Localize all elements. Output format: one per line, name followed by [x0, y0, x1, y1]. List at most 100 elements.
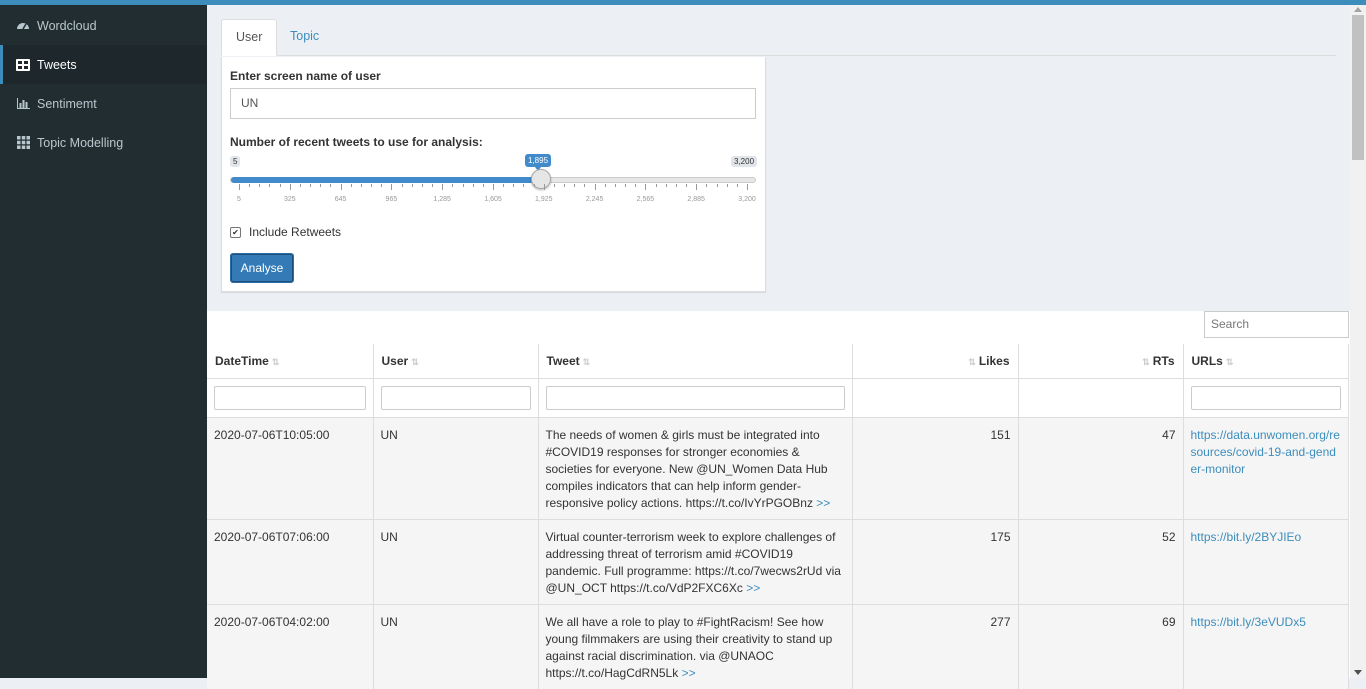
slider-minor-tick	[615, 184, 616, 187]
sort-icon[interactable]: ⇅	[1142, 357, 1150, 367]
expand-link[interactable]: >>	[746, 581, 760, 595]
cell-url: https://data.unwomen.org/resources/covid…	[1183, 418, 1348, 520]
sidebar-item-label: Sentimemt	[37, 97, 97, 111]
slider-minor-tick	[706, 184, 707, 187]
page-scrollbar[interactable]	[1350, 5, 1366, 678]
slider-minor-tick	[371, 184, 372, 187]
slider-tick-label: 1,605	[484, 196, 502, 203]
sort-icon[interactable]: ⇅	[411, 357, 419, 367]
url-link[interactable]: https://bit.ly/2BYJIEo	[1191, 530, 1302, 544]
slider-tick-label: 3,200	[738, 196, 756, 203]
slider-minor-tick	[483, 184, 484, 187]
slider-minor-tick	[503, 184, 504, 187]
slider-minor-tick	[686, 184, 687, 187]
screen-name-label: Enter screen name of user	[230, 69, 381, 83]
slider-minor-tick	[554, 184, 555, 187]
slider-minor-tick	[381, 184, 382, 187]
column-header-datetime[interactable]: DateTime⇅	[207, 344, 373, 379]
slider-value-label: 1,895	[525, 154, 551, 167]
sidebar-item-label: Tweets	[37, 58, 77, 72]
sidebar-item-label: Wordcloud	[37, 19, 97, 33]
cell-rts: 69	[1018, 605, 1183, 689]
slider-minor-tick	[351, 184, 352, 187]
screen-name-input[interactable]: UN	[230, 88, 756, 119]
column-header-rts[interactable]: ⇅RTs	[1018, 344, 1183, 379]
sort-icon[interactable]: ⇅	[1226, 357, 1234, 367]
column-header-urls[interactable]: URLs⇅	[1183, 344, 1348, 379]
column-header-tweet[interactable]: Tweet⇅	[538, 344, 852, 379]
scrollbar-thumb[interactable]	[1352, 15, 1364, 160]
tab-user[interactable]: User	[221, 19, 277, 56]
cell-user: UN	[373, 520, 538, 605]
table-icon	[16, 58, 30, 72]
slider-major-tick	[747, 184, 748, 190]
sort-icon[interactable]: ⇅	[968, 357, 976, 367]
slider-major-tick	[595, 184, 596, 190]
search-input[interactable]: Search	[1204, 311, 1349, 338]
sort-icon[interactable]: ⇅	[583, 357, 591, 367]
slider-track[interactable]	[230, 177, 756, 183]
slider-minor-tick	[463, 184, 464, 187]
cell-likes: 175	[852, 520, 1018, 605]
scroll-down-icon[interactable]	[1354, 670, 1362, 675]
cell-datetime: 2020-07-06T07:06:00	[207, 520, 373, 605]
filter-input-tweet[interactable]	[546, 386, 845, 410]
cell-tweet: Virtual counter-terrorism week to explor…	[538, 520, 852, 605]
column-header-user[interactable]: User⇅	[373, 344, 538, 379]
cell-datetime: 2020-07-06T10:05:00	[207, 418, 373, 520]
url-link[interactable]: https://data.unwomen.org/resources/covid…	[1191, 428, 1340, 476]
cell-likes: 151	[852, 418, 1018, 520]
slider-tick-label: 2,885	[687, 196, 705, 203]
checkbox-checked-icon[interactable]: ✔	[230, 227, 241, 238]
cell-tweet: We all have a role to play to #FightRaci…	[538, 605, 852, 689]
slider-min-label: 5	[230, 156, 240, 167]
include-retweets-label: Include Retweets	[249, 225, 341, 239]
slider-major-tick	[239, 184, 240, 190]
cell-url: https://bit.ly/2BYJIEo	[1183, 520, 1348, 605]
table-row: 2020-07-06T10:05:00 UN The needs of wome…	[207, 418, 1348, 520]
slider-fill	[231, 177, 542, 183]
slider-minor-tick	[280, 184, 281, 187]
slider-tick-label: 2,565	[637, 196, 655, 203]
cell-user: UN	[373, 418, 538, 520]
sidebar-item-sentiment[interactable]: Sentimemt	[0, 84, 207, 123]
column-header-likes[interactable]: ⇅Likes	[852, 344, 1018, 379]
sidebar-item-topic-modelling[interactable]: Topic Modelling	[0, 123, 207, 162]
slider-minor-tick	[635, 184, 636, 187]
slider-minor-tick	[310, 184, 311, 187]
slider-minor-tick	[269, 184, 270, 187]
filter-input-datetime[interactable]	[214, 386, 366, 410]
cell-likes: 277	[852, 605, 1018, 689]
bar-chart-icon	[16, 97, 30, 111]
main-content: User Topic Enter screen name of user UN …	[207, 5, 1350, 678]
slider-minor-tick	[574, 184, 575, 187]
slider-major-tick	[290, 184, 291, 190]
slider-major-tick	[341, 184, 342, 190]
include-retweets-checkbox[interactable]: ✔ Include Retweets	[230, 225, 341, 239]
input-panel: Enter screen name of user UN Number of r…	[221, 57, 766, 292]
sidebar-item-tweets[interactable]: Tweets	[0, 45, 207, 84]
filter-input-user[interactable]	[381, 386, 531, 410]
scroll-up-icon[interactable]	[1354, 7, 1362, 12]
cell-rts: 52	[1018, 520, 1183, 605]
slider-major-tick	[645, 184, 646, 190]
slider-minor-tick	[676, 184, 677, 187]
slider-minor-tick	[412, 184, 413, 187]
slider-major-tick	[696, 184, 697, 190]
tab-topic[interactable]: Topic	[276, 19, 333, 54]
slider-major-tick	[493, 184, 494, 190]
filter-row	[207, 379, 1348, 418]
expand-link[interactable]: >>	[816, 496, 830, 510]
filter-input-urls[interactable]	[1191, 386, 1341, 410]
slider-minor-tick	[452, 184, 453, 187]
slider-minor-tick	[737, 184, 738, 187]
tab-bar: User Topic	[221, 19, 1336, 56]
url-link[interactable]: https://bit.ly/3eVUDx5	[1191, 615, 1306, 629]
slider-minor-tick	[300, 184, 301, 187]
slider-label: Number of recent tweets to use for analy…	[230, 135, 483, 149]
sort-icon[interactable]: ⇅	[272, 357, 280, 367]
sidebar-item-wordcloud[interactable]: Wordcloud	[0, 6, 207, 45]
slider-tick-label: 965	[386, 196, 398, 203]
grid-icon	[16, 136, 30, 150]
analyse-button[interactable]: Analyse	[230, 253, 294, 283]
